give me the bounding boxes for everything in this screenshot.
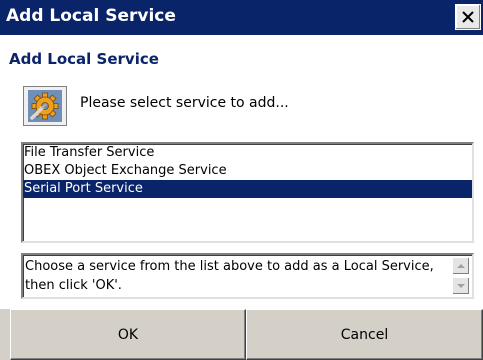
gear-wrench-icon — [28, 90, 62, 122]
title-bar: Add Local Service — [0, 0, 483, 35]
scroll-up-button[interactable] — [452, 257, 470, 275]
cancel-button[interactable]: Cancel — [246, 309, 483, 360]
list-item[interactable]: OBEX Object Exchange Service — [23, 162, 472, 180]
window-title: Add Local Service — [6, 6, 176, 26]
close-icon — [462, 11, 474, 23]
list-item[interactable]: File Transfer Service — [23, 144, 472, 162]
ok-button[interactable]: OK — [10, 309, 246, 360]
button-bar: OK Cancel — [0, 309, 483, 360]
scroll-down-button[interactable] — [452, 277, 470, 295]
service-icon-frame — [23, 86, 67, 126]
description-text: Choose a service from the list above to … — [25, 259, 434, 293]
list-item-selected[interactable]: Serial Port Service — [23, 180, 472, 198]
select-service-prompt: Please select service to add... — [80, 95, 289, 111]
arrow-down-icon — [457, 284, 465, 288]
service-list[interactable]: File Transfer Service OBEX Object Exchan… — [21, 142, 474, 243]
add-local-service-dialog: Add Local Service Add Local Service Plea… — [0, 0, 483, 360]
description-box: Choose a service from the list above to … — [21, 253, 474, 299]
arrow-up-icon — [457, 264, 465, 268]
close-button[interactable] — [455, 4, 481, 30]
dialog-heading: Add Local Service — [9, 50, 159, 68]
